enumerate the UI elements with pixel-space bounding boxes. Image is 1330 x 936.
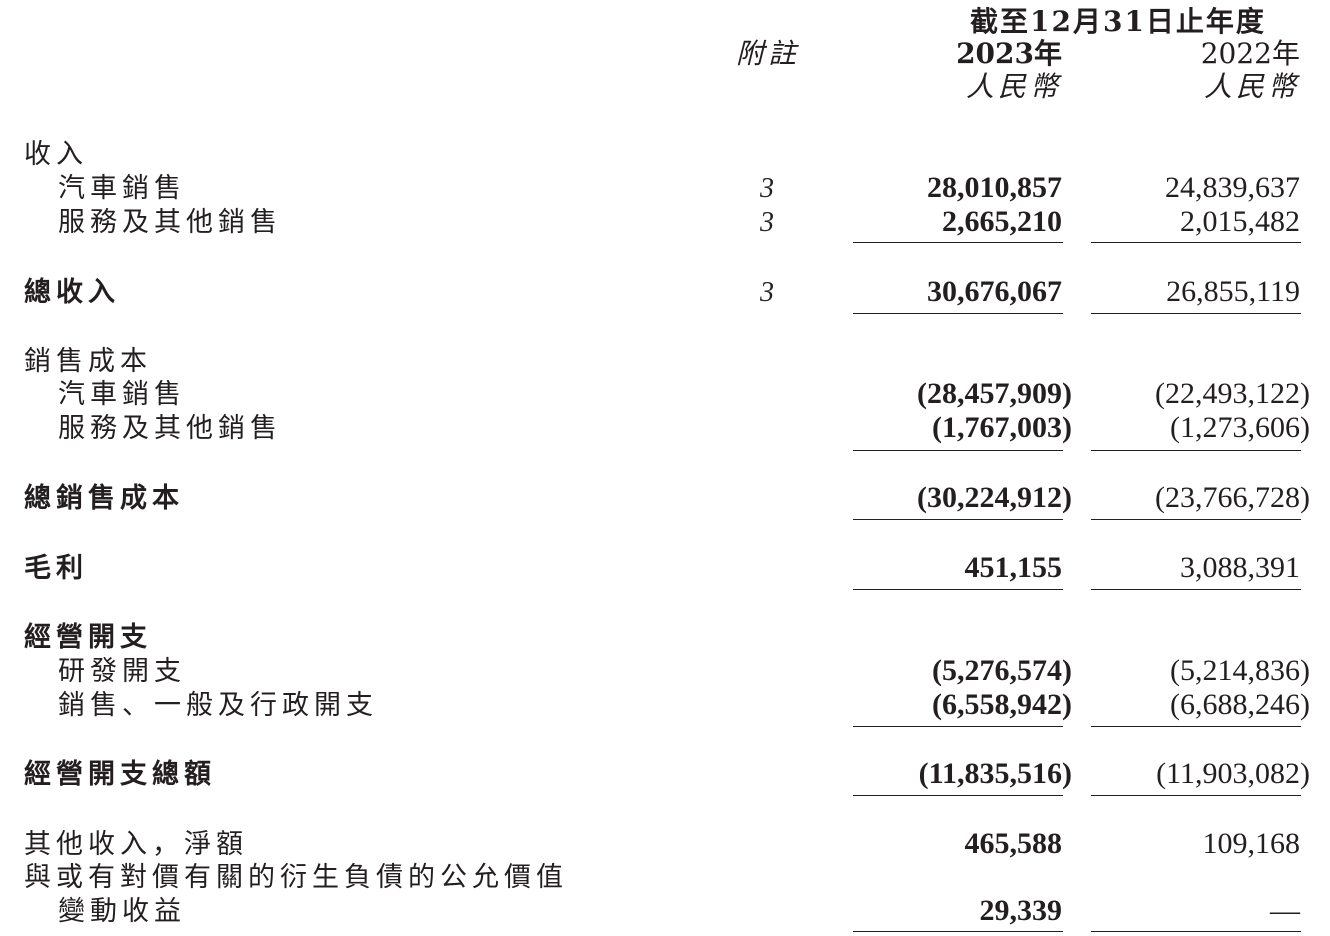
total-opex-label: 經營開支總額 [24,759,216,790]
sga-label: 銷售、一般及行政開支 [58,690,378,721]
rule [853,450,1063,451]
total-cos-2023: (30,224,912) [917,481,1072,514]
other-income-2022: 109,168 [1202,827,1301,860]
currency-2022-header: 人民幣 [1203,70,1300,103]
cost-of-sales-heading: 銷售成本 [24,346,152,377]
note-column-header: 附註 [736,37,801,70]
rule [1091,242,1301,243]
rnd-2022: (5,214,836) [1170,654,1310,687]
rnd-label: 研發開支 [58,656,186,687]
fv-gain-2023: 29,339 [979,894,1063,927]
currency-2023-header: 人民幣 [965,70,1062,103]
rule [853,242,1063,243]
fv-gain-2022: — [1270,894,1300,927]
cos-services-2023: (1,767,003) [932,411,1072,444]
rule [1091,795,1301,796]
revenue-heading: 收入 [24,139,88,170]
revenue-services-2022: 2,015,482 [1180,205,1300,238]
cos-auto-label: 汽車銷售 [58,379,186,410]
rule [853,795,1063,796]
rule [1091,589,1301,590]
gross-profit-label: 毛利 [24,553,88,584]
rule [1091,726,1301,727]
cos-services-label: 服務及其他銷售 [58,413,282,444]
total-cos-2022: (23,766,728) [1155,481,1310,514]
sga-2023: (6,558,942) [932,688,1072,721]
rule [1091,931,1301,932]
rule [1091,450,1301,451]
gross-profit-2022: 3,088,391 [1180,551,1300,584]
revenue-auto-2023: 28,010,857 [927,171,1062,204]
rule [853,313,1063,314]
rnd-2023: (5,276,574) [932,654,1072,687]
rule [853,519,1063,520]
cos-auto-2022: (22,493,122) [1155,377,1310,410]
total-opex-2023: (11,835,516) [918,757,1072,790]
total-cos-label: 總銷售成本 [24,483,184,514]
fv-gain-label-line2: 變動收益 [58,896,186,927]
cos-services-2022: (1,273,606) [1170,411,1310,444]
total-revenue-note: 3 [760,277,774,308]
period-header: 截至12月31日止年度 [970,5,1266,38]
rule [853,589,1063,590]
rule [1091,313,1301,314]
rule [853,726,1063,727]
rule [853,931,1063,932]
revenue-services-label: 服務及其他銷售 [58,207,282,238]
fv-gain-label-line1: 與或有對價有關的衍生負債的公允價值 [24,862,568,893]
revenue-auto-2022: 24,839,637 [1165,171,1300,204]
revenue-auto-note: 3 [760,173,774,204]
total-opex-2022: (11,903,082) [1156,757,1310,790]
rule [1091,519,1301,520]
revenue-services-note: 3 [760,207,774,238]
total-revenue-2022: 26,855,119 [1166,275,1300,308]
total-revenue-label: 總收入 [24,277,120,308]
year-2023-header: 2023年 [956,37,1062,70]
year-2022-header: 2022年 [1200,37,1300,70]
gross-profit-2023: 451,155 [964,551,1063,584]
revenue-auto-label: 汽車銷售 [58,173,186,204]
revenue-services-2023: 2,665,210 [942,205,1062,238]
other-income-label: 其他收入，淨額 [24,829,248,860]
other-income-2023: 465,588 [964,827,1063,860]
total-revenue-2023: 30,676,067 [927,275,1062,308]
cos-auto-2023: (28,457,909) [917,377,1072,410]
sga-2022: (6,688,246) [1170,688,1310,721]
opex-heading: 經營開支 [24,622,152,653]
